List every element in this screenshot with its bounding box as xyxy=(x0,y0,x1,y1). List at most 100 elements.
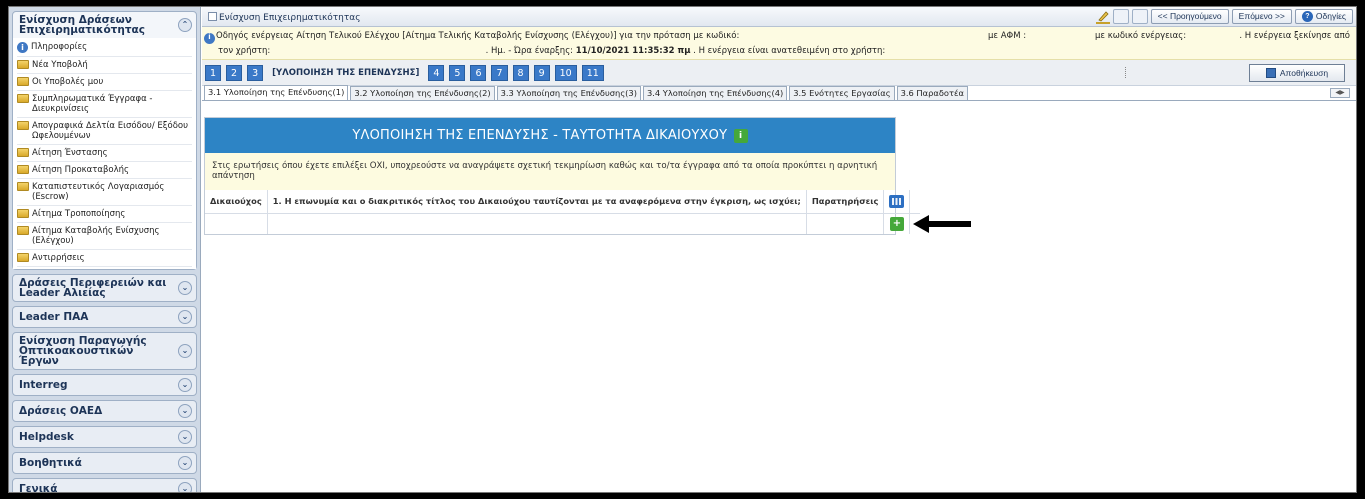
column-header-question: 1. Η επωνυμία και ο διακριτικός τίτλος τ… xyxy=(267,190,807,214)
expand-icon[interactable]: ⌄ xyxy=(178,482,192,492)
sidebar-group-title: Ενίσχυση Δράσεων Επιχειρηματικότητας xyxy=(19,14,145,36)
step-button[interactable]: 3 xyxy=(247,64,264,81)
app-window: Ενίσχυση Δράσεων Επιχειρηματικότητας ⌃ i… xyxy=(8,6,1357,493)
folder-icon xyxy=(17,253,29,262)
sidebar-group-title: Βοηθητικά xyxy=(19,457,82,469)
sidebar-item[interactable]: Αίτημα Τροποποίησης xyxy=(17,206,192,223)
step-button[interactable]: 2 xyxy=(226,64,243,81)
divider xyxy=(1125,67,1126,78)
notice-line2: τον χρήστη: . Ημ. - Ώρα έναρξης: 11/10/2… xyxy=(218,46,886,56)
sidebar-item-label: Αίτημα Τροποποίησης xyxy=(32,209,126,219)
tab[interactable]: 3.6 Παραδοτέα xyxy=(896,86,968,100)
sidebar-group[interactable]: Helpdesk ⌄ xyxy=(12,426,197,448)
sidebar-item[interactable]: Αίτηση Ένστασης xyxy=(17,145,192,162)
tab[interactable]: 3.3 Υλοποίηση της Επένδυσης(3) xyxy=(496,86,641,100)
info-icon: i xyxy=(17,42,28,53)
sidebar-group-title: Leader ΠΑΑ xyxy=(19,311,89,323)
expand-icon[interactable]: ⌄ xyxy=(178,344,192,358)
tab[interactable]: 3.4 Υλοποίηση της Επένδυσης(4) xyxy=(642,86,788,100)
sidebar-group[interactable]: Leader ΠΑΑ ⌄ xyxy=(12,306,197,328)
sidebar-group-title: Ενίσχυση Παραγωγής Οπτικοακουστικών Έργω… xyxy=(19,335,147,367)
step-button[interactable]: 8 xyxy=(512,64,529,81)
step-navigation: 1 2 3 [ΥΛΟΠΟΙΗΣΗ ΤΗΣ ΕΠΕΝΔΥΣΗΣ] 4 5 6 7 8 9 10 11 Α… xyxy=(202,60,1356,86)
sidebar-item[interactable]: Αντιρρήσεις xyxy=(17,250,192,267)
tab-scroll-arrows-icon[interactable]: ◀▶ xyxy=(1330,88,1350,98)
sidebar-group-header[interactable]: Ενίσχυση Δράσεων Επιχειρηματικότητας ⌃ xyxy=(13,12,196,38)
data-table: Δικαιούχος 1. Η επωνυμία και ο διακριτικ… xyxy=(205,190,921,234)
sidebar-item[interactable]: Συμπληρωματικά Έγγραφα - Διευκρινίσεις xyxy=(17,91,192,118)
folder-icon xyxy=(17,60,29,69)
column-header-remarks: Παρατηρήσεις xyxy=(806,190,885,214)
current-step-label: [ΥΛΟΠΟΙΗΣΗ ΤΗΣ ΕΠΕΝΔΥΣΗΣ] xyxy=(272,67,420,78)
sidebar-group[interactable]: Βοηθητικά ⌄ xyxy=(12,452,197,474)
panel-banner: ΥΛΟΠΟΙΗΣΗ ΤΗΣ ΕΠΕΝΔΥΣΗΣ - ΤΑΥΤΟΤΗΤΑ ΔΙΚΑ… xyxy=(205,118,895,153)
step-button[interactable]: 4 xyxy=(428,64,445,81)
toolbar-right: << Προηγούμενο Επόμενο >> ? Οδηγίες xyxy=(1095,9,1353,24)
save-button[interactable]: Αποθήκευση xyxy=(1249,64,1345,82)
expand-icon[interactable]: ⌄ xyxy=(178,310,192,324)
form-panel: ΥΛΟΠΟΙΗΣΗ ΤΗΣ ΕΠΕΝΔΥΣΗΣ - ΤΑΥΤΟΤΗΤΑ ΔΙΚΑ… xyxy=(204,117,921,235)
step-button[interactable]: 10 xyxy=(554,64,577,81)
tab[interactable]: 3.2 Υλοποίηση της Επένδυσης(2) xyxy=(350,86,495,100)
sidebar-item-label: Αντιρρήσεις xyxy=(32,253,85,263)
previous-button[interactable]: << Προηγούμενο xyxy=(1150,9,1229,24)
panel-title: ΥΛΟΠΟΙΗΣΗ ΤΗΣ ΕΠΕΝΔΥΣΗΣ - ΤΑΥΤΟΤΗΤΑ ΔΙΚΑ… xyxy=(352,128,728,143)
notice-started: . Η ενέργεια ξεκίνησε από xyxy=(1239,31,1350,41)
step-button[interactable]: 6 xyxy=(470,64,487,81)
tab-bar: 3.1 Υλοποίηση της Επένδυσης(1) 3.2 Υλοποί… xyxy=(202,85,1356,101)
expand-icon[interactable]: ⌄ xyxy=(178,281,192,295)
sidebar-group-title: Interreg xyxy=(19,379,68,391)
step-button[interactable]: 9 xyxy=(533,64,550,81)
sidebar-item[interactable]: i Πληροφορίες xyxy=(17,39,192,57)
expand-icon[interactable]: ⌄ xyxy=(178,378,192,392)
sidebar-item[interactable]: Οι Υποβολές μου xyxy=(17,74,192,91)
expand-icon[interactable]: ⌄ xyxy=(178,456,192,470)
top-toolbar: Ενίσχυση Επιχειρηματικότητας << Προηγούμ… xyxy=(202,7,1356,27)
folder-icon xyxy=(17,209,29,218)
sidebar-item[interactable]: Αίτηση Προκαταβολής xyxy=(17,162,192,179)
sidebar-group[interactable]: Δράσεις Περιφερειών και Leader Αλιείας ⌄ xyxy=(12,274,197,302)
help-icon: ? xyxy=(1301,11,1313,22)
folder-icon xyxy=(17,182,29,191)
step-button[interactable]: 7 xyxy=(491,64,508,81)
sidebar-group[interactable]: Γενικά ⌄ xyxy=(12,478,197,492)
expand-icon[interactable]: ⌄ xyxy=(178,404,192,418)
collapse-icon[interactable]: ⌃ xyxy=(178,18,192,32)
sidebar-item[interactable]: Απογραφικά Δελτία Εισόδου/ Εξόδου Ωφελου… xyxy=(17,118,192,145)
info-icon[interactable]: i xyxy=(733,129,748,143)
notice-action-code: με κωδικό ενέργειας: xyxy=(1095,31,1187,41)
sidebar-group[interactable]: Interreg ⌄ xyxy=(12,374,197,396)
floppy-icon xyxy=(1265,68,1276,78)
sidebar-item[interactable]: Νέα Υποβολή xyxy=(17,57,192,74)
help-button[interactable]: ? Οδηγίες xyxy=(1294,9,1353,24)
table-row: + xyxy=(205,213,920,234)
sidebar-item-label: Οι Υποβολές μου xyxy=(32,77,104,87)
tab[interactable]: 3.1 Υλοποίηση της Επένδυσης(1) xyxy=(204,85,349,100)
sidebar-item[interactable]: Αίτημα Καταβολής Ενίσχυσης (Ελέγχου) xyxy=(17,223,192,250)
notice-line1: Οδηγός ενέργειας Αίτηση Τελικού Ελέγχου … xyxy=(216,31,740,41)
folder-icon xyxy=(17,94,29,103)
sidebar-group[interactable]: Ενίσχυση Παραγωγής Οπτικοακουστικών Έργω… xyxy=(12,332,197,370)
step-button[interactable]: 1 xyxy=(205,64,222,81)
sidebar-item[interactable]: Καταπιστευτικός Λογαριασμός (Escrow) xyxy=(17,179,192,206)
edit-icon[interactable] xyxy=(1095,10,1110,24)
sidebar-item-label: Αίτηση Ένστασης xyxy=(32,148,108,158)
sidebar-item-label: Καταπιστευτικός Λογαριασμός (Escrow) xyxy=(32,182,165,202)
page-icon xyxy=(208,12,217,21)
calendar-icon[interactable] xyxy=(1112,9,1129,24)
add-row-button[interactable]: + xyxy=(889,216,904,231)
sidebar-group[interactable]: Δράσεις ΟΑΕΔ ⌄ xyxy=(12,400,197,422)
expand-icon[interactable]: ⌄ xyxy=(178,430,192,444)
notice-afm: με ΑΦΜ : xyxy=(988,31,1027,41)
step-button[interactable]: 11 xyxy=(581,64,604,81)
folder-icon xyxy=(17,226,29,235)
columns-grid-icon[interactable] xyxy=(889,194,905,208)
sidebar: Ενίσχυση Δράσεων Επιχειρηματικότητας ⌃ i… xyxy=(9,7,201,492)
folder-icon xyxy=(17,165,29,174)
next-button[interactable]: Επόμενο >> xyxy=(1231,9,1292,24)
step-button[interactable]: 5 xyxy=(449,64,466,81)
tab[interactable]: 3.5 Ενότητες Εργασίας xyxy=(789,86,895,100)
image-icon[interactable] xyxy=(1131,9,1148,24)
sidebar-item-label: Πληροφορίες xyxy=(31,42,88,52)
action-notice: i Οδηγός ενέργειας Αίτηση Τελικού Ελέγχου… xyxy=(202,27,1356,60)
